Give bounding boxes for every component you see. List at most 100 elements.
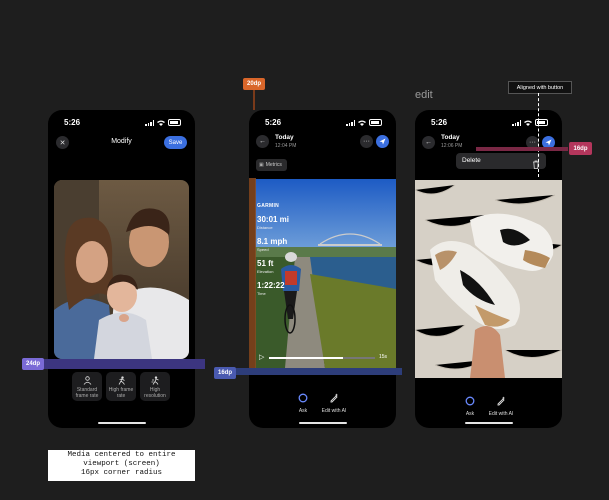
- edit-with-ai-action[interactable]: Edit with AI: [319, 390, 349, 414]
- mode-high-frame-rate[interactable]: High frame rate: [106, 372, 136, 401]
- stat-label: Speed: [257, 247, 269, 252]
- battery-icon: [168, 119, 181, 126]
- stat-label: Elevation: [257, 269, 274, 274]
- status-bar: 5:26: [415, 110, 562, 132]
- metrics-label: Metrics: [265, 162, 282, 168]
- media-left-edge-marker: [249, 178, 256, 368]
- edit-heading: edit: [415, 89, 433, 101]
- ask-action[interactable]: Ask: [460, 393, 480, 417]
- aligned-note: Aligned with button: [508, 81, 572, 94]
- status-bar: 5:26: [48, 110, 195, 132]
- date-title: Today: [441, 134, 460, 141]
- sneaker-photo: [415, 180, 562, 378]
- stat-elevation: 51 ft Elevation: [257, 259, 297, 274]
- mode-label-line2: rate: [116, 393, 126, 399]
- save-button[interactable]: Save: [164, 136, 187, 149]
- back-arrow-icon: ←: [259, 138, 266, 145]
- edit-label: Edit with AI: [488, 411, 514, 417]
- signal-icon: [346, 119, 355, 126]
- tag-24dp: 24dp: [22, 358, 44, 370]
- play-icon: ▷: [259, 354, 265, 361]
- mode-label-line2: resolution: [144, 393, 166, 399]
- phone-modify-screen: 5:26 ✕ Modify Save Standard frame rate H…: [48, 110, 195, 428]
- stat-distance: 30:01 mi Distance: [257, 215, 297, 230]
- home-indicator: [298, 422, 347, 424]
- overflow-menu: Delete: [456, 153, 546, 169]
- send-icon: [379, 138, 386, 145]
- pencil-sparkle-icon: [497, 396, 505, 406]
- more-button[interactable]: ···: [360, 135, 373, 148]
- back-button[interactable]: ←: [256, 135, 269, 148]
- battery-icon: [369, 119, 382, 126]
- share-button[interactable]: [376, 135, 389, 148]
- stat-time: 1:22:22 Time: [257, 281, 297, 296]
- ask-label: Ask: [298, 408, 308, 414]
- status-bar: 5:26: [249, 110, 396, 132]
- tag-20dp: 20dp: [243, 78, 265, 90]
- spacing-16dp-bar-left: [236, 368, 402, 375]
- edit-label: Edit with AI: [321, 408, 347, 414]
- pencil-sparkle-icon: [330, 393, 338, 403]
- status-time: 5:26: [265, 118, 282, 127]
- video-duration: 15s: [379, 354, 388, 360]
- back-arrow-icon: ←: [425, 139, 432, 146]
- person-icon: [83, 376, 91, 385]
- play-button[interactable]: ▷: [259, 353, 264, 361]
- tag-16dp-right: 16dp: [569, 142, 592, 155]
- ask-label: Ask: [465, 411, 475, 417]
- wifi-icon: [358, 120, 366, 126]
- alignment-guide-line: [538, 93, 539, 177]
- stat-value: 30:01 mi: [257, 215, 290, 224]
- date-time: 12:04 PM: [275, 143, 297, 149]
- wifi-icon: [157, 120, 165, 126]
- video-progress-track[interactable]: [269, 357, 375, 359]
- send-icon: [545, 139, 552, 146]
- ai-ring-icon: [465, 396, 475, 406]
- back-button[interactable]: ←: [422, 136, 435, 149]
- date-title: Today: [275, 134, 294, 141]
- spacing-16dp-bar-right: [476, 147, 568, 151]
- family-photo: [54, 180, 189, 359]
- stat-label: Time: [257, 291, 266, 296]
- stat-value: 1:22:22: [257, 281, 285, 290]
- more-dots-icon: ···: [363, 138, 370, 145]
- menu-item-delete[interactable]: Delete: [462, 157, 481, 164]
- home-indicator: [464, 422, 513, 424]
- runner-icon: [118, 376, 125, 385]
- ai-ring-icon: [298, 393, 308, 403]
- cycling-video[interactable]: GARMIN 30:01 mi Distance 8.1 mph Speed 5…: [255, 179, 396, 368]
- ask-action[interactable]: Ask: [293, 390, 313, 414]
- note-line-2: viewport (screen): [83, 460, 160, 468]
- battery-icon: [535, 119, 548, 126]
- signal-icon: [512, 119, 521, 126]
- signal-icon: [145, 119, 154, 126]
- more-dots-icon: ···: [529, 139, 536, 146]
- stats-overlay: GARMIN 30:01 mi Distance 8.1 mph Speed 5…: [257, 203, 297, 296]
- phone-edit-screen: 5:26 ← Today 12:06 PM ··· Delete Ask Edi…: [415, 110, 562, 428]
- video-progress-fill: [269, 357, 344, 359]
- stat-value: 8.1 mph: [257, 237, 288, 246]
- status-time: 5:26: [64, 118, 81, 127]
- spacing-24dp-bar: [42, 359, 205, 369]
- edit-with-ai-action[interactable]: Edit with AI: [486, 393, 516, 417]
- mode-high-resolution[interactable]: High resolution: [140, 372, 170, 401]
- annotation-note: Media centered to entire viewport (scree…: [48, 450, 195, 481]
- stat-label: Distance: [257, 225, 273, 230]
- person-motion-icon: [151, 376, 159, 385]
- spacing-20dp-line: [253, 90, 255, 110]
- mode-label-line2: frame rate: [75, 393, 99, 399]
- status-time: 5:26: [431, 118, 448, 127]
- mode-standard-frame-rate[interactable]: Standard frame rate: [72, 372, 102, 401]
- wifi-icon: [524, 120, 532, 126]
- date-time: 12:06 PM: [441, 143, 463, 149]
- metrics-chip[interactable]: ▣ Metrics: [256, 159, 287, 171]
- stat-value: 51 ft: [257, 259, 274, 268]
- home-indicator: [97, 422, 146, 424]
- phone-media-viewer: 5:26 ← Today 12:04 PM ··· ▣ Metrics GARM…: [249, 110, 396, 428]
- note-line-1: Media centered to entire: [67, 451, 176, 459]
- tag-16dp-left: 16dp: [214, 367, 236, 379]
- stat-speed: 8.1 mph Speed: [257, 237, 297, 252]
- note-line-3: 16px corner radius: [80, 469, 162, 477]
- metrics-icon: ▣: [259, 162, 264, 168]
- garmin-logo: GARMIN: [257, 203, 280, 209]
